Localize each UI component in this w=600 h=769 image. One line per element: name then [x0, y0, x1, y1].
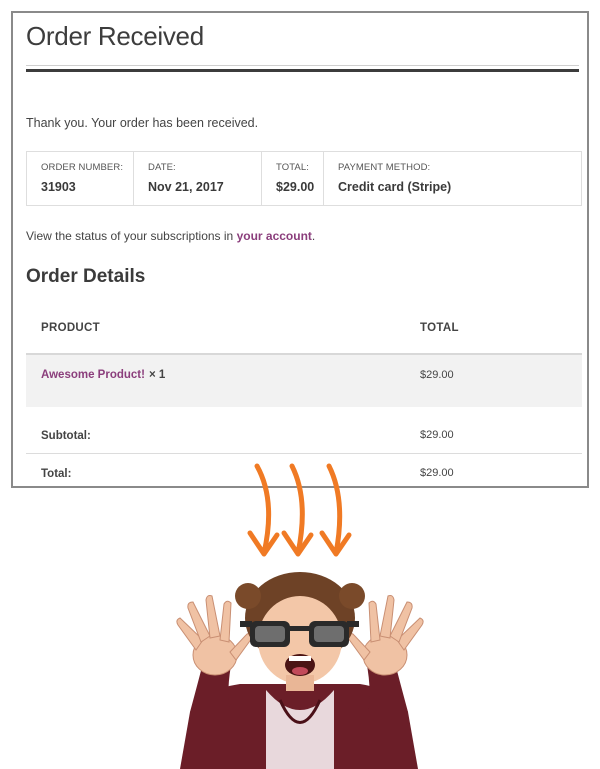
shocked-girl-icon	[176, 572, 424, 769]
title-divider-thick	[26, 69, 579, 72]
order-number-label: ORDER NUMBER:	[41, 162, 124, 173]
product-total: $29.00	[420, 369, 454, 381]
arrow-icon	[319, 463, 352, 557]
product-column-header: PRODUCT	[41, 322, 100, 334]
order-date-cell: DATE: Nov 21, 2017	[134, 152, 262, 205]
thank-you-message: Thank you. Your order has been received.	[26, 116, 259, 130]
payment-method-value: Credit card (Stripe)	[338, 180, 452, 194]
orange-arrows	[247, 463, 352, 557]
order-total-cell: TOTAL: $29.00	[262, 152, 324, 205]
order-date-label: DATE:	[148, 162, 176, 173]
title-divider-thin	[26, 65, 579, 66]
subscription-note-prefix: View the status of your subscriptions in	[26, 229, 237, 243]
subscription-note-suffix: .	[311, 229, 316, 243]
order-number-cell: ORDER NUMBER: 31903	[27, 152, 134, 205]
your-account-link[interactable]: your account	[237, 229, 312, 243]
total-column-header: TOTAL	[420, 322, 459, 334]
product-cell: Awesome Product! × 1	[41, 369, 165, 381]
order-overview: ORDER NUMBER: 31903 DATE: Nov 21, 2017 T…	[26, 151, 582, 206]
order-date-value: Nov 21, 2017	[148, 180, 224, 194]
arrow-icon	[281, 463, 314, 557]
order-number-value: 31903	[41, 180, 76, 194]
product-quantity: × 1	[148, 369, 166, 381]
order-total-label: TOTAL:	[276, 162, 309, 173]
product-link[interactable]: Awesome Product!	[41, 369, 145, 381]
order-received-card: Order Received Thank you. Your order has…	[11, 11, 589, 488]
payment-method-cell: PAYMENT METHOD: Credit card (Stripe)	[324, 152, 581, 205]
reaction-illustration	[176, 463, 424, 769]
table-row: Awesome Product! × 1 $29.00	[26, 353, 582, 407]
arrow-icon	[247, 463, 280, 557]
order-details-heading: Order Details	[26, 266, 146, 287]
subscription-status-note: View the status of your subscriptions in…	[26, 229, 315, 243]
page-title: Order Received	[26, 21, 204, 51]
payment-method-label: PAYMENT METHOD:	[338, 162, 431, 173]
order-total-value: $29.00	[276, 180, 315, 194]
